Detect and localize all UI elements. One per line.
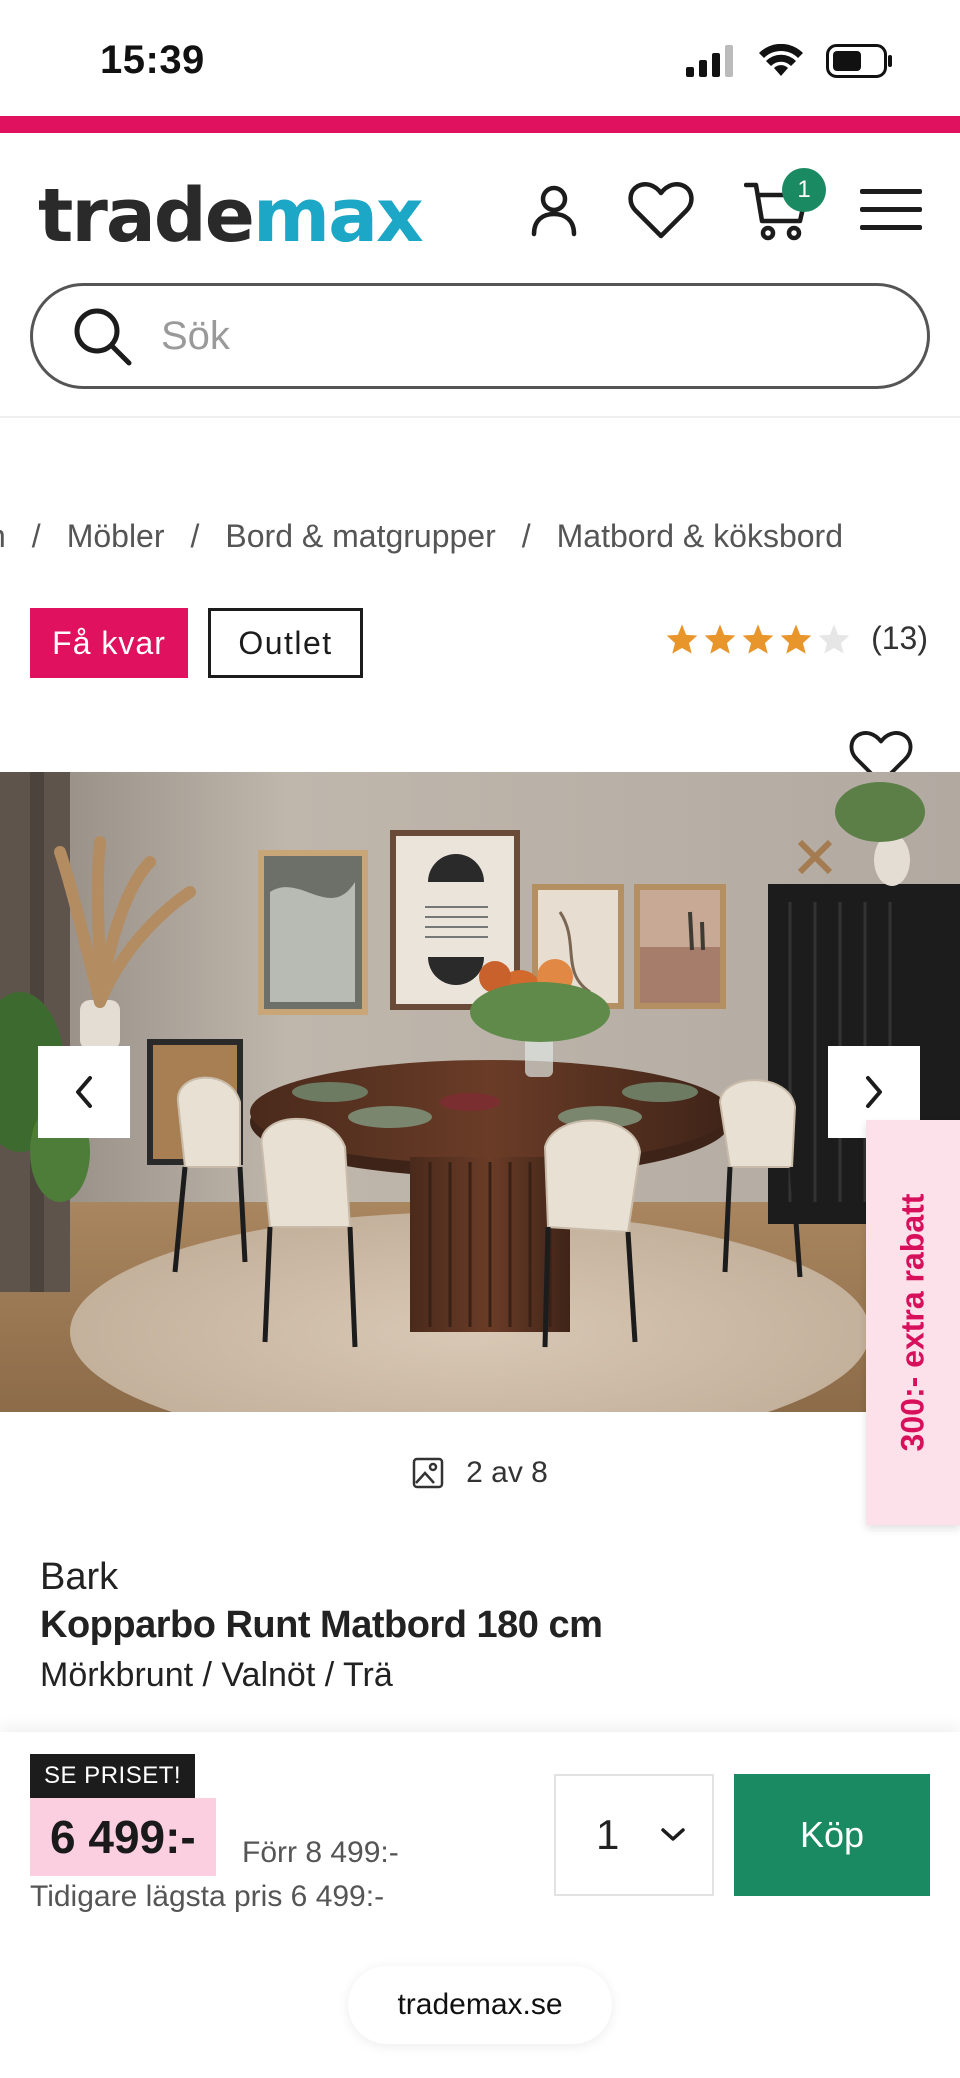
gallery-counter-text: 2 av 8 — [466, 1456, 548, 1489]
lowest-price-info: Tidigare lägsta pris 6 499:- — [30, 1880, 385, 1913]
product-photo — [0, 772, 960, 1412]
purchase-bar: SE PRISET! 6 499:- Förr 8 499:- Tidigare… — [0, 1732, 960, 2078]
battery-icon — [826, 44, 892, 78]
outlet-badge: Outlet — [208, 608, 363, 678]
gallery-prev-button[interactable] — [38, 1046, 130, 1138]
product-variant: Mörkbrunt / Valnöt / Trä — [40, 1656, 393, 1694]
star-empty-icon — [818, 623, 850, 654]
breadcrumb-item-truncated[interactable]: n — [0, 518, 6, 555]
image-icon — [412, 1457, 444, 1489]
breadcrumb-item-bord-matgrupper[interactable]: Bord & matgrupper — [225, 518, 495, 555]
current-price: 6 499:- — [30, 1798, 216, 1876]
star-filled-icon — [780, 623, 812, 654]
accent-stripe — [0, 116, 960, 133]
breadcrumb-separator: / — [521, 518, 531, 554]
few-left-badge: Få kvar — [30, 608, 188, 678]
search-bar[interactable] — [30, 283, 930, 389]
chevron-down-icon — [661, 1828, 685, 1841]
chevron-right-icon — [866, 1076, 882, 1108]
cellular-signal-icon — [686, 45, 733, 77]
product-brand[interactable]: Bark — [40, 1556, 118, 1599]
price-promo-badge: SE PRISET! — [30, 1754, 196, 1798]
product-rating[interactable]: (13) — [665, 620, 928, 657]
quantity-value: 1 — [596, 1811, 620, 1858]
menu-icon[interactable] — [856, 175, 926, 245]
trademax-logo[interactable]: trademax — [38, 173, 424, 259]
extra-discount-label: 300:- extra rabatt — [894, 1193, 931, 1452]
search-icon — [74, 308, 132, 366]
gallery-counter: 2 av 8 — [0, 1456, 960, 1490]
search-input[interactable] — [161, 313, 921, 359]
account-icon[interactable] — [519, 175, 589, 245]
site-header: trademax 1 — [0, 133, 960, 418]
star-filled-icon — [742, 623, 774, 654]
product-image-gallery[interactable] — [0, 772, 960, 1412]
breadcrumb-item-mobler[interactable]: Möbler — [67, 518, 165, 555]
quantity-select[interactable]: 1 — [554, 1774, 714, 1896]
breadcrumb: n / Möbler / Bord & matgrupper / Matbord… — [0, 518, 843, 555]
breadcrumb-separator: / — [190, 518, 200, 554]
breadcrumb-item-matbord-koksbord[interactable]: Matbord & köksbord — [557, 518, 843, 555]
wishlist-heart-icon[interactable] — [626, 175, 696, 245]
status-icons — [686, 44, 894, 78]
cart-count-badge: 1 — [782, 168, 826, 212]
browser-url-pill[interactable]: trademax.se — [348, 1966, 612, 2044]
previous-price: Förr 8 499:- — [242, 1836, 399, 1869]
breadcrumb-separator: / — [31, 518, 41, 554]
star-filled-icon — [666, 623, 698, 654]
rating-count: (13) — [871, 620, 928, 656]
wifi-icon — [759, 44, 803, 76]
buy-button[interactable]: Köp — [734, 1774, 930, 1896]
chevron-left-icon — [76, 1076, 92, 1108]
product-title: Kopparbo Runt Matbord 180 cm — [40, 1604, 603, 1646]
status-bar: 15:39 — [0, 0, 960, 118]
status-time: 15:39 — [100, 38, 205, 82]
rating-stars — [665, 623, 851, 655]
star-filled-icon — [704, 623, 736, 654]
